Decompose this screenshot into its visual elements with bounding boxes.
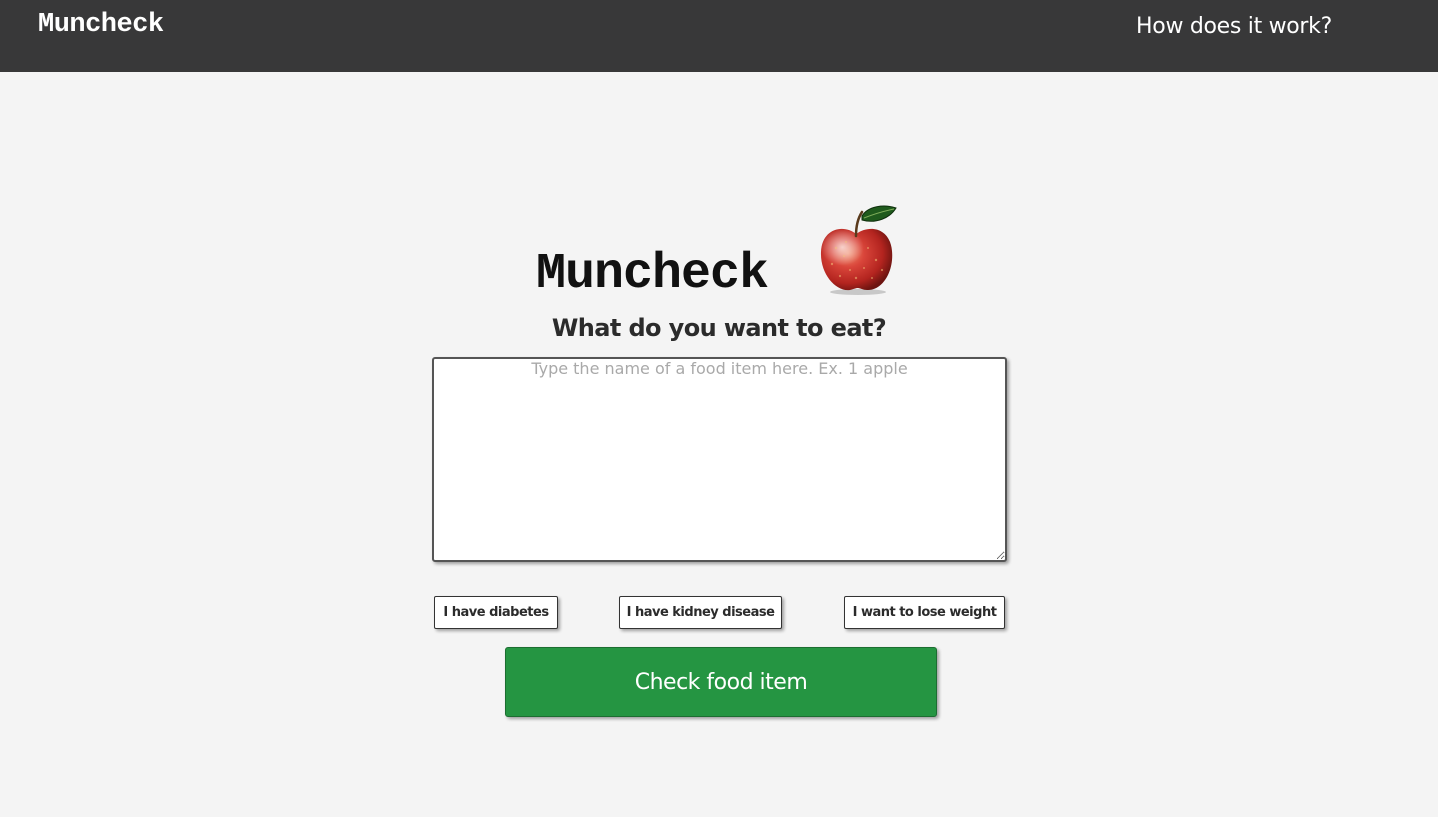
food-prompt-heading: What do you want to eat?: [551, 314, 887, 342]
top-navbar: Muncheck How does it work?: [0, 0, 1438, 72]
kidney-disease-button[interactable]: I have kidney disease: [619, 596, 782, 629]
check-food-button[interactable]: Check food item: [505, 647, 937, 717]
nav-brand-logo[interactable]: Muncheck: [38, 10, 164, 40]
lose-weight-button[interactable]: I want to lose weight: [844, 596, 1005, 629]
diabetes-button[interactable]: I have diabetes: [434, 596, 558, 629]
hero-logo-text: Muncheck: [536, 246, 769, 303]
apple-icon: [820, 205, 897, 295]
how-it-works-link[interactable]: How does it work?: [1136, 14, 1332, 39]
food-item-input[interactable]: [432, 357, 1007, 562]
